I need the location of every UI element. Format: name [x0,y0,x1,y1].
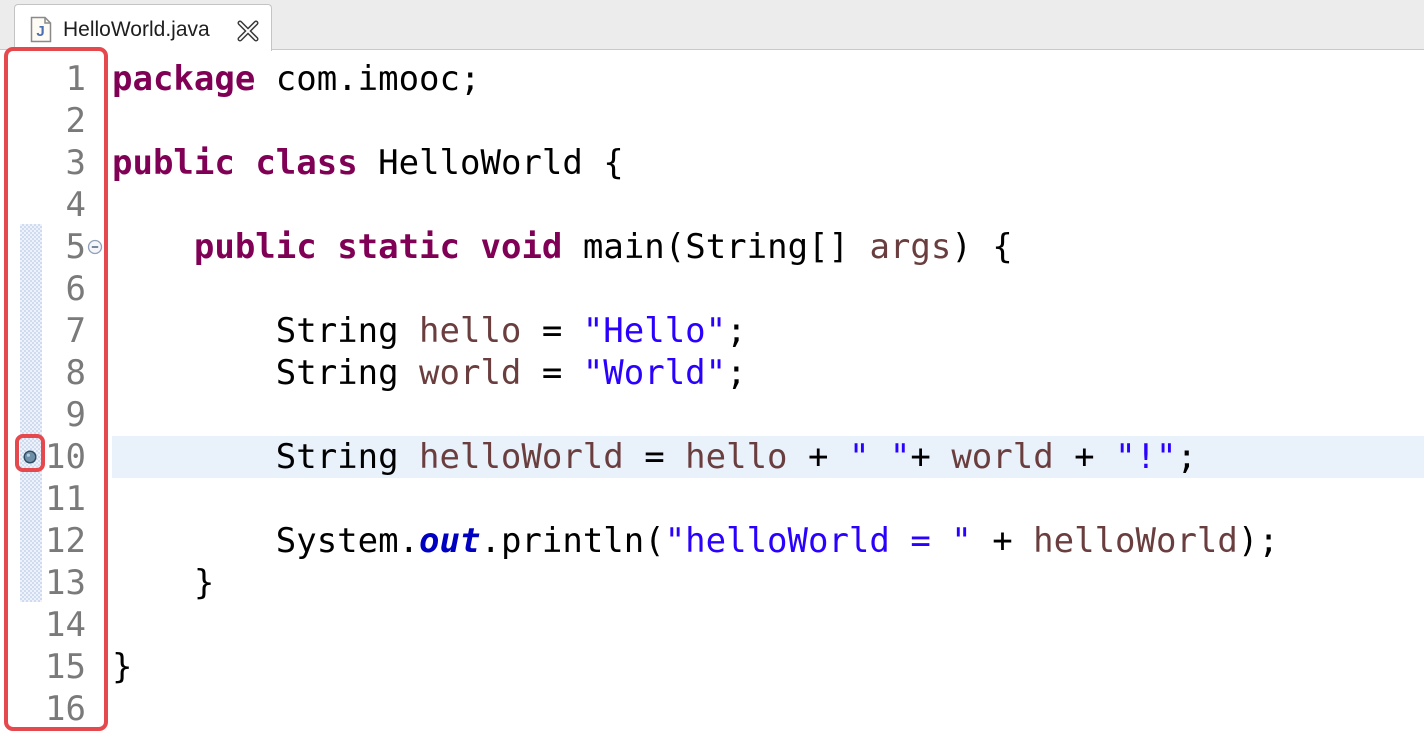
code-token: static [337,227,461,267]
editor-tab-bar: J HelloWorld.java [0,0,1424,51]
code-token: world [419,353,522,393]
code-token: HelloWorld { [357,143,624,183]
code-token: String [112,353,420,393]
code-token: } [112,647,133,687]
java-file-icon: J [30,16,52,43]
code-editor[interactable]: 1 package com.imooc; 2 3 public class HelloW… [0,51,1424,752]
code-line[interactable]: public static void main(String[] args) { [112,226,1013,268]
code-token: String [112,311,420,351]
code-token: ) { [951,227,1013,267]
code-token: "!" [1115,437,1177,477]
code-token: "Hello" [582,311,727,351]
tab-label: HelloWorld.java [63,18,210,41]
code-token: "helloWorld = " [664,521,972,561]
code-line[interactable]: System.out.println("helloWorld = " + hel… [112,520,1279,562]
code-token: out [419,521,481,561]
breakpoint-annotation-box [15,434,45,472]
code-token: + [971,521,1034,561]
gutter-annotation-box [4,47,108,731]
code-token: helloWorld [1033,521,1238,561]
code-token: .println( [480,521,665,561]
code-line[interactable]: String helloWorld = hello + " "+ world +… [112,436,1197,478]
code-token: com.imooc; [255,59,481,99]
code-line[interactable]: public class HelloWorld { [112,142,624,184]
code-token: public [112,143,235,183]
code-token: public [193,227,317,267]
code-token: } [112,563,215,603]
code-token: class [255,143,358,183]
code-line[interactable]: } [112,646,132,688]
code-line[interactable]: } [112,562,214,604]
code-token: helloWorld [419,437,624,477]
code-token: ; [726,353,747,393]
close-icon[interactable] [237,20,259,42]
code-token: hello [685,437,788,477]
code-token: System. [112,521,420,561]
code-token: = [521,353,583,393]
code-token: world [951,437,1054,477]
code-token: = [623,437,686,477]
code-token: package [112,59,256,99]
code-token: String [112,437,420,477]
code-token: ; [1176,437,1198,477]
java-file-icon-letter: J [36,23,44,40]
code-token: + [787,437,849,477]
code-token: ; [726,311,747,351]
code-token: = [521,311,583,351]
code-token: main(String[] [562,227,870,267]
code-line[interactable]: String world = "World"; [112,352,747,394]
code-token: + [1053,437,1116,477]
code-token: "World" [582,353,727,393]
code-token: ); [1237,521,1279,561]
code-token: + [910,437,952,477]
tab-helloworld-java[interactable]: J HelloWorld.java [14,4,272,51]
code-token: void [480,227,563,267]
code-token: args [869,227,952,267]
code-line[interactable]: package com.imooc; [112,58,480,100]
code-line[interactable]: String hello = "Hello"; [112,310,747,352]
code-token: hello [419,311,522,351]
code-token: " " [848,437,911,477]
